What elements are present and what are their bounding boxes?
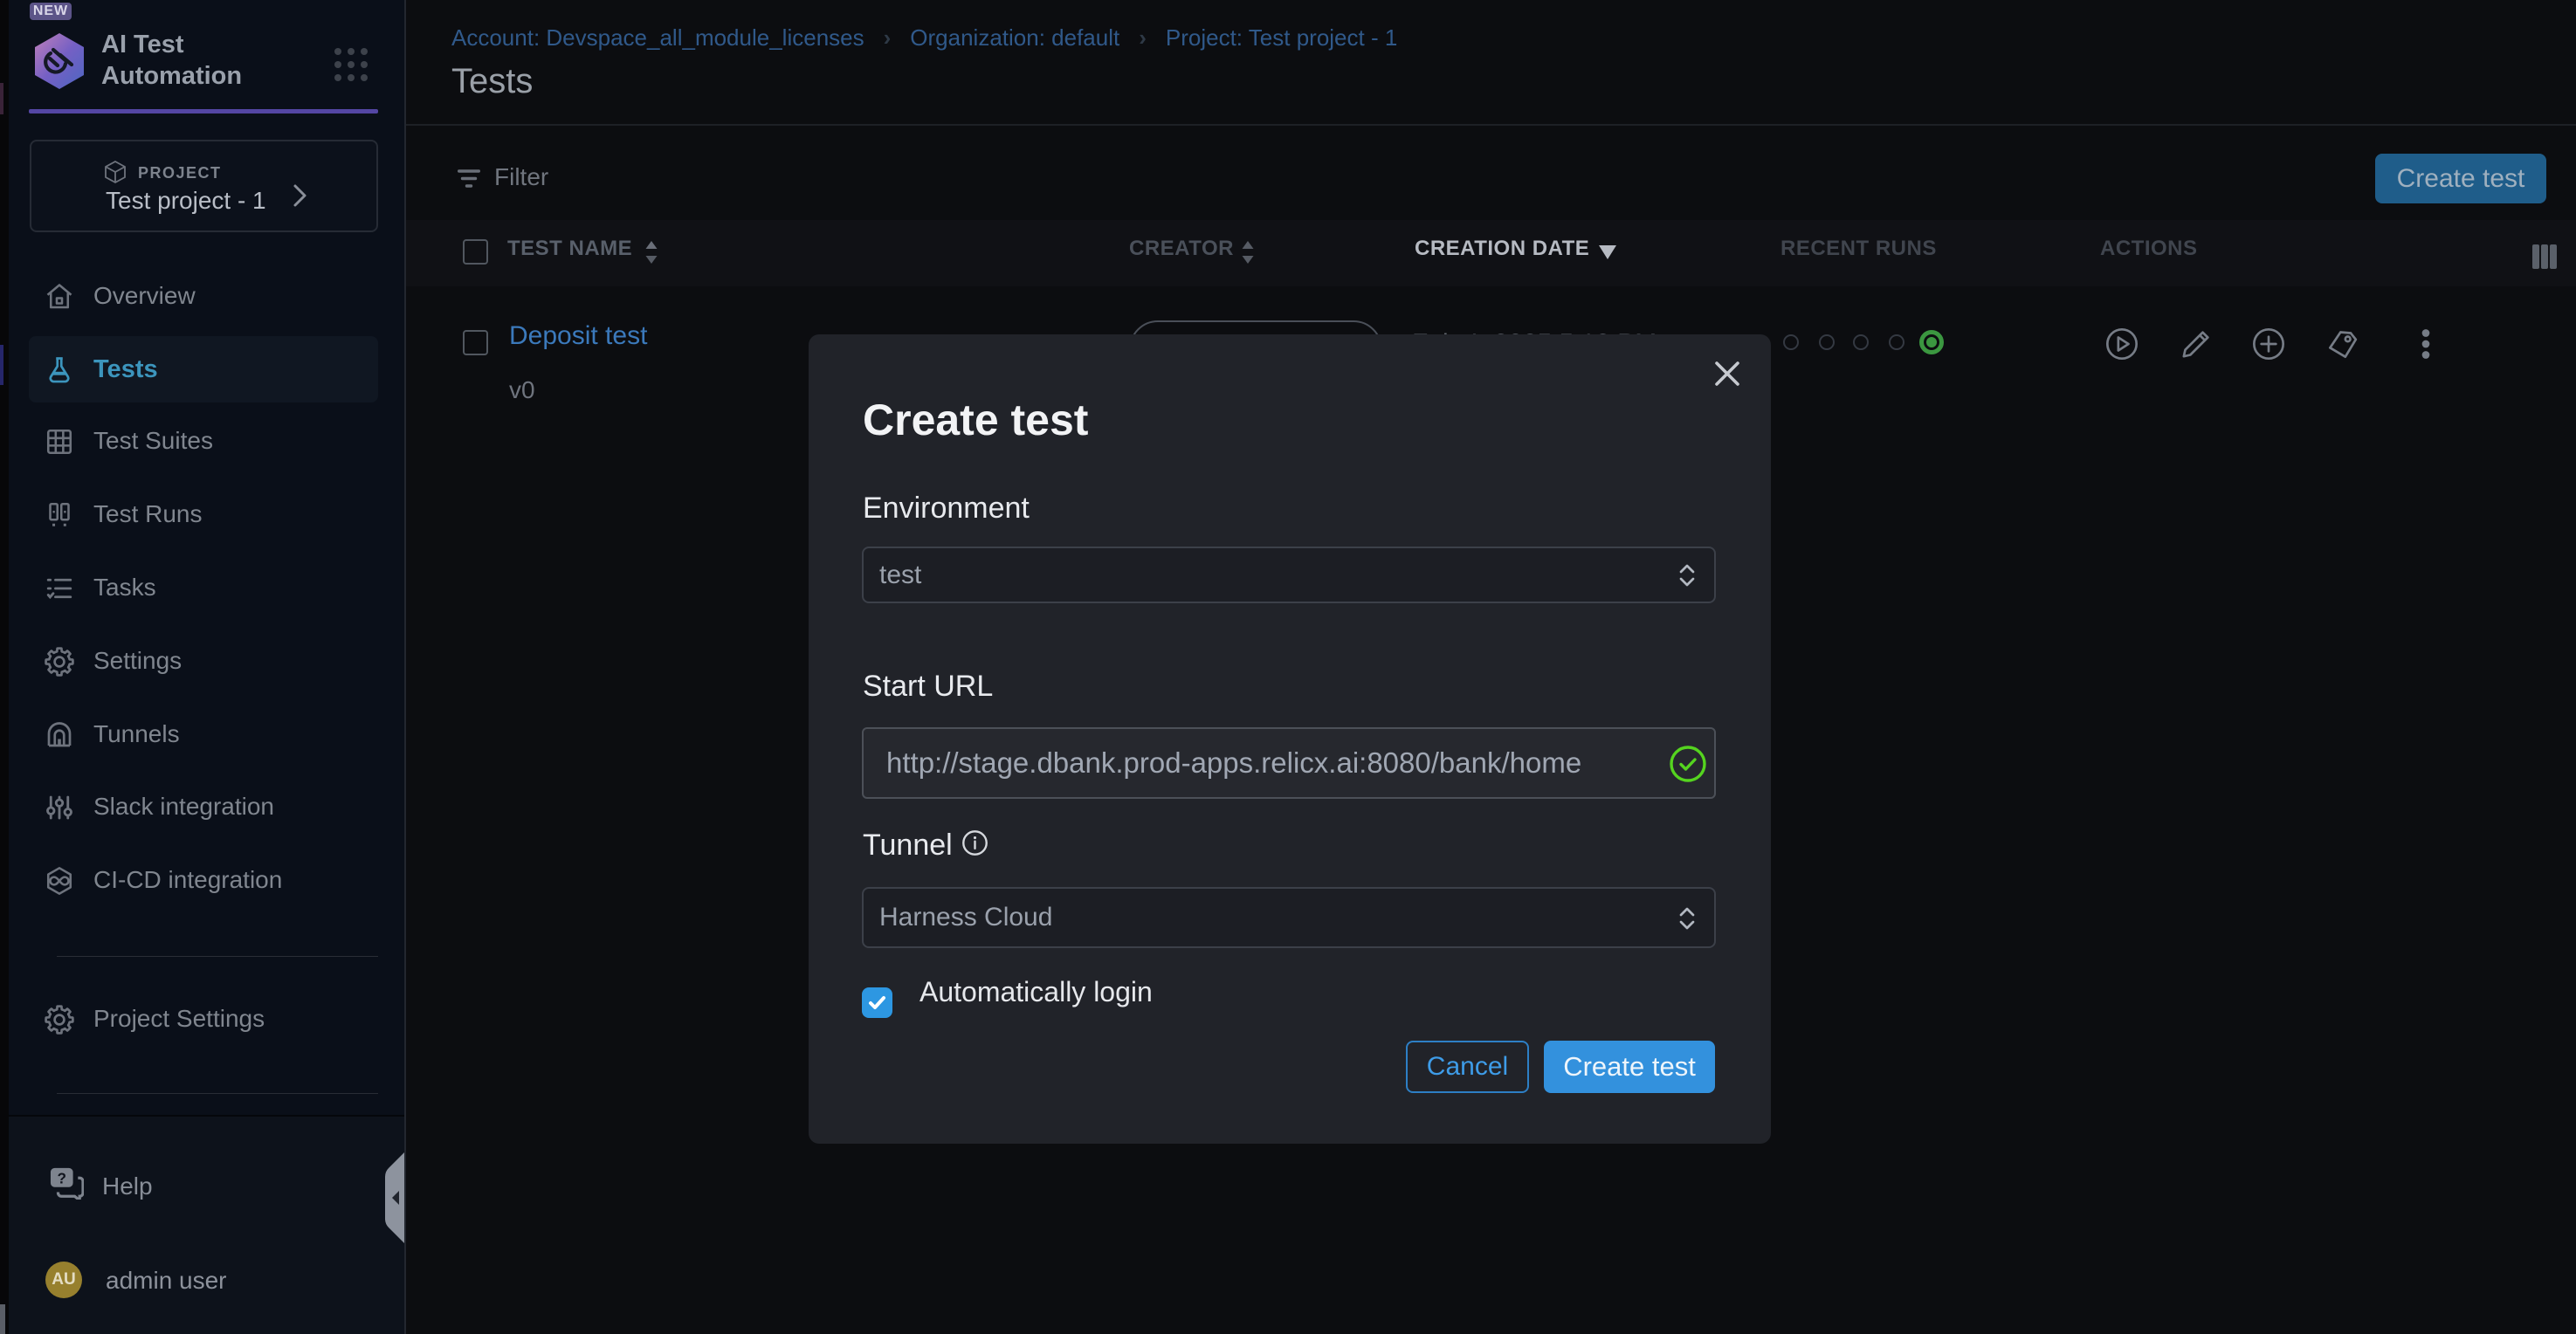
svg-text:?: ? [57,1170,65,1186]
